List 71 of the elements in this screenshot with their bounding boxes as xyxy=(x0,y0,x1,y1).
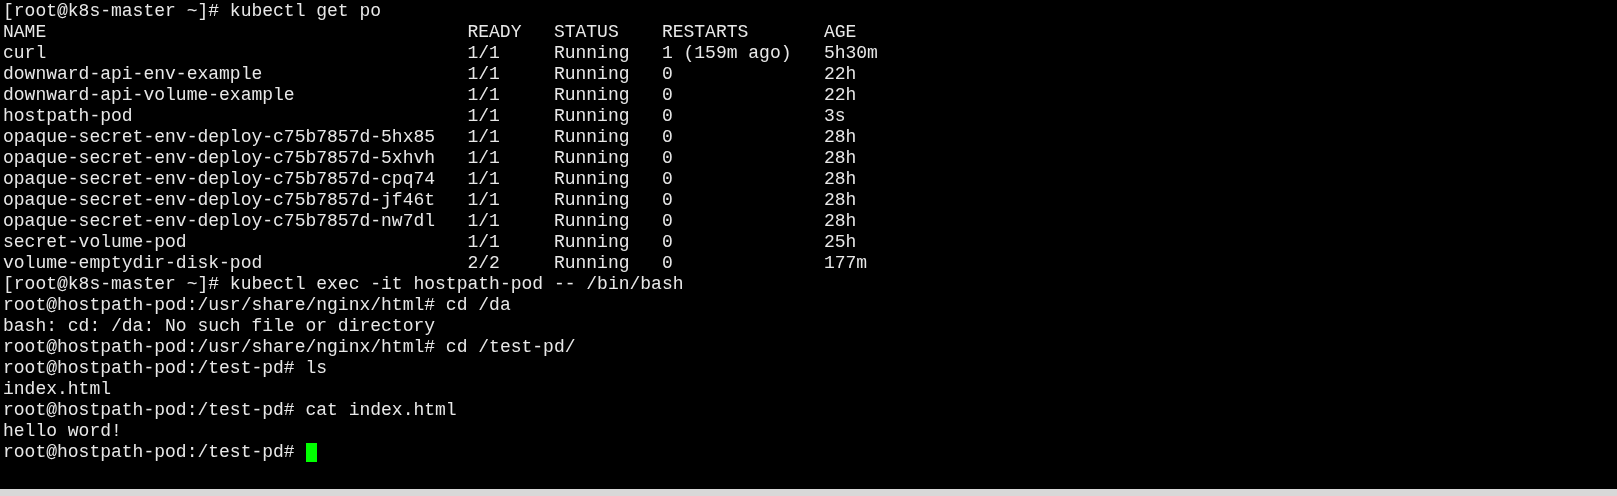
terminal-line: index.html xyxy=(3,379,112,400)
table-cell: 1/1 xyxy=(467,169,500,190)
column-header: STATUS xyxy=(553,22,619,43)
terminal-line: bash: cd: /da: No such file or directory xyxy=(3,316,436,337)
table-cell: Running xyxy=(553,232,630,253)
table-cell: 28h xyxy=(823,169,857,190)
column-header: RESTARTS xyxy=(661,22,749,43)
table-cell: 0 xyxy=(661,85,673,106)
table-cell: 0 xyxy=(661,190,673,211)
table-cell: curl xyxy=(3,43,47,64)
table-cell: 25h xyxy=(823,232,857,253)
table-cell: 0 xyxy=(661,253,673,274)
table-cell: hostpath-pod xyxy=(3,106,133,127)
table-cell: Running xyxy=(553,190,630,211)
table-cell: 28h xyxy=(823,148,857,169)
table-cell: 0 xyxy=(661,106,673,127)
table-cell: downward-api-env-example xyxy=(3,64,263,85)
table-cell: 1/1 xyxy=(467,211,500,232)
table-cell: 0 xyxy=(661,127,673,148)
table-cell: 0 xyxy=(661,148,673,169)
table-cell: 1/1 xyxy=(467,64,500,85)
table-cell: 22h xyxy=(823,85,857,106)
terminal-line: root@hostpath-pod:/usr/share/nginx/html# cd /da xyxy=(3,295,511,316)
table-cell: 0 xyxy=(661,64,673,85)
table-cell: 3s xyxy=(823,106,846,127)
column-header: AGE xyxy=(823,22,857,43)
terminal-line: root@hostpath-pod:/test-pd# xyxy=(3,442,295,463)
table-cell: Running xyxy=(553,127,630,148)
table-cell: 1/1 xyxy=(467,43,500,64)
table-cell: Running xyxy=(553,253,630,274)
table-cell: 1/1 xyxy=(467,190,500,211)
table-cell: 177m xyxy=(823,253,868,274)
terminal-line: [root@k8s-master ~]# kubectl get po xyxy=(3,1,382,22)
table-cell: 1 (159m ago) xyxy=(661,43,792,64)
table-cell: 1/1 xyxy=(467,85,500,106)
table-cell: Running xyxy=(553,169,630,190)
table-cell: 2/2 xyxy=(467,253,500,274)
table-cell: opaque-secret-env-deploy-c75b7857d-5hx85 xyxy=(3,127,436,148)
table-cell: Running xyxy=(553,85,630,106)
table-cell: downward-api-volume-example xyxy=(3,85,295,106)
terminal-line: [root@k8s-master ~]# kubectl exec -it hostpath-pod -- /bin/bash xyxy=(3,274,684,295)
table-cell: Running xyxy=(553,106,630,127)
table-cell: 1/1 xyxy=(467,148,500,169)
table-cell: secret-volume-pod xyxy=(3,232,187,253)
terminal-line: root@hostpath-pod:/test-pd# cat index.html xyxy=(3,400,457,421)
table-cell: 0 xyxy=(661,232,673,253)
table-cell: Running xyxy=(553,211,630,232)
terminal-line: root@hostpath-pod:/test-pd# ls xyxy=(3,358,328,379)
table-cell: 28h xyxy=(823,190,857,211)
table-cell: 5h30m xyxy=(823,43,878,64)
table-cell: 28h xyxy=(823,211,857,232)
table-cell: 1/1 xyxy=(467,127,500,148)
table-cell: 0 xyxy=(661,169,673,190)
table-cell: 28h xyxy=(823,127,857,148)
table-cell: Running xyxy=(553,64,630,85)
table-cell: 0 xyxy=(661,211,673,232)
cursor xyxy=(305,443,317,462)
table-cell: Running xyxy=(553,43,630,64)
table-cell: opaque-secret-env-deploy-c75b7857d-nw7dl xyxy=(3,211,436,232)
table-cell: opaque-secret-env-deploy-c75b7857d-5xhvh xyxy=(3,148,436,169)
table-cell: 1/1 xyxy=(467,106,500,127)
column-header: READY xyxy=(467,22,522,43)
terminal-line: root@hostpath-pod:/usr/share/nginx/html# cd /test-pd/ xyxy=(3,337,576,358)
column-header: NAME xyxy=(3,22,47,43)
table-cell: opaque-secret-env-deploy-c75b7857d-cpq74 xyxy=(3,169,436,190)
table-cell: 1/1 xyxy=(467,232,500,253)
table-cell: Running xyxy=(553,148,630,169)
table-cell: opaque-secret-env-deploy-c75b7857d-jf46t xyxy=(3,190,436,211)
table-cell: 22h xyxy=(823,64,857,85)
table-cell: volume-emptydir-disk-pod xyxy=(3,253,263,274)
terminal-line: hello word! xyxy=(3,421,122,442)
